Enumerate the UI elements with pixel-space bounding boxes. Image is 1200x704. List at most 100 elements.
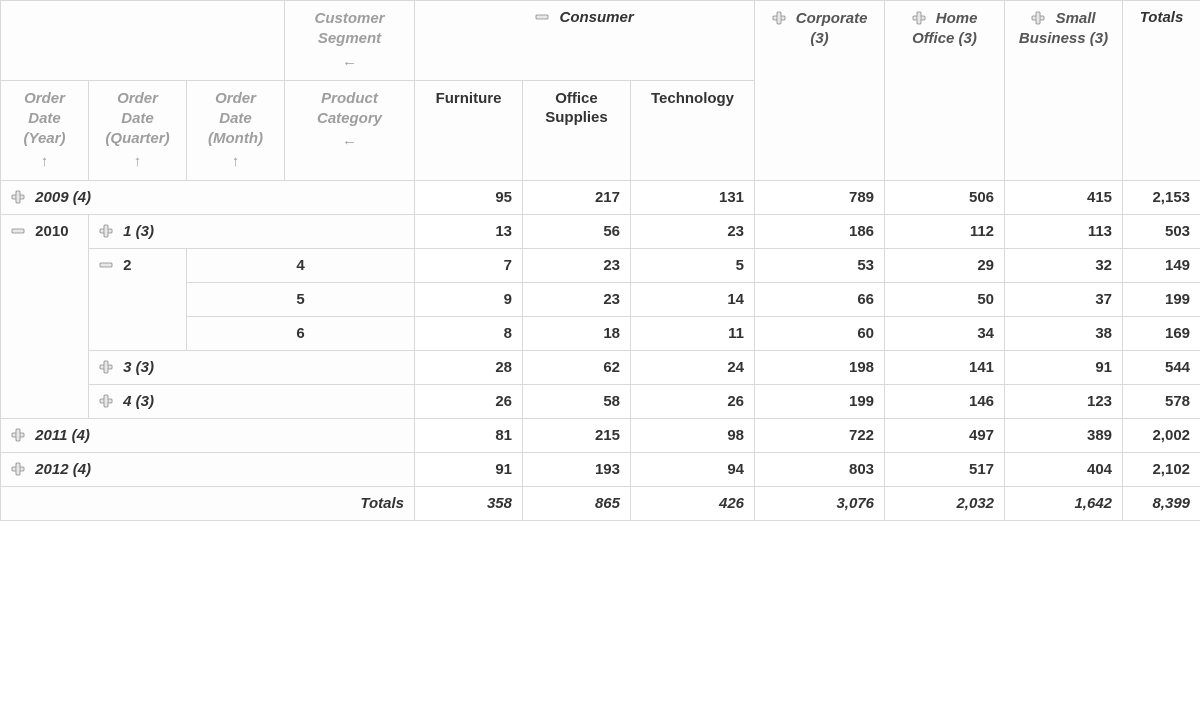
segment-home-office-header[interactable]: Home Office (3) [885,1,1005,181]
cell: 7 [415,248,523,282]
cell: 34 [885,316,1005,350]
cell: 8,399 [1123,486,1200,520]
cell: 50 [885,282,1005,316]
plus-icon[interactable] [99,360,113,374]
cell: 62 [523,350,631,384]
cell: 5 [631,248,755,282]
category-furniture-header[interactable]: Furniture [415,80,523,180]
cell: 217 [523,180,631,214]
cell: 8 [415,316,523,350]
cell: 123 [1005,384,1123,418]
cell: 60 [755,316,885,350]
minus-icon[interactable] [535,10,549,24]
plus-icon[interactable] [99,394,113,408]
cell: 112 [885,214,1005,248]
cell: 199 [755,384,885,418]
order-month-header[interactable]: Order Date (Month) ↑ [187,80,285,180]
plus-icon[interactable] [11,462,25,476]
row-2010-q4: 4 (3) 26 58 26 199 146 123 578 [1,384,1200,418]
plus-icon[interactable] [11,190,25,204]
cell: 38 [1005,316,1123,350]
left-arrow-icon: ← [295,131,404,151]
cell: 95 [415,180,523,214]
cell: 1,642 [1005,486,1123,520]
order-quarter-header[interactable]: Order Date (Quarter) ↑ [89,80,187,180]
cell: 24 [631,350,755,384]
cell: 23 [631,214,755,248]
plus-icon[interactable] [912,11,926,25]
year-2009-cell[interactable]: 2009 (4) [1,180,415,214]
order-year-header[interactable]: Order Date (Year) ↑ [1,80,89,180]
cell: 66 [755,282,885,316]
cell: 23 [523,282,631,316]
cell: 865 [523,486,631,520]
segment-consumer-header[interactable]: Consumer [415,1,755,81]
row-2010-q3: 3 (3) 28 62 24 198 141 91 544 [1,350,1200,384]
totals-row-label: Totals [1,486,415,520]
up-arrow-icon: ↑ [99,152,176,172]
segment-small-business-header[interactable]: Small Business (3) [1005,1,1123,181]
cell: 28 [415,350,523,384]
month-5-cell[interactable]: 5 [187,282,415,316]
plus-icon[interactable] [11,428,25,442]
cell: 58 [523,384,631,418]
quarter-2-cell[interactable]: 2 [89,248,187,350]
cell: 26 [415,384,523,418]
year-2010-cell[interactable]: 2010 [1,214,89,418]
cell: 193 [523,452,631,486]
up-arrow-icon: ↑ [197,152,274,172]
cell: 3,076 [755,486,885,520]
cell: 13 [415,214,523,248]
minus-icon[interactable] [99,258,113,272]
cell: 29 [885,248,1005,282]
minus-icon[interactable] [11,224,25,238]
quarter-3-cell[interactable]: 3 (3) [89,350,415,384]
cell: 18 [523,316,631,350]
cell: 81 [415,418,523,452]
quarter-1-cell[interactable]: 1 (3) [89,214,415,248]
up-arrow-icon: ↑ [11,152,78,172]
cell: 426 [631,486,755,520]
cell: 169 [1123,316,1200,350]
cell: 506 [885,180,1005,214]
cell: 389 [1005,418,1123,452]
segment-corporate-header[interactable]: Corporate (3) [755,1,885,181]
product-category-header[interactable]: Product Category ← [285,80,415,180]
top-left-blank [1,1,285,81]
row-2009: 2009 (4) 95 217 131 789 506 415 2,153 [1,180,1200,214]
cell: 544 [1123,350,1200,384]
row-2011: 2011 (4) 81 215 98 722 497 389 2,002 [1,418,1200,452]
cell: 32 [1005,248,1123,282]
segment-corporate-label: Corporate (3) [796,10,868,47]
cell: 803 [755,452,885,486]
cell: 14 [631,282,755,316]
row-2012: 2012 (4) 91 193 94 803 517 404 2,102 [1,452,1200,486]
cell: 37 [1005,282,1123,316]
customer-segment-label: Customer Segment [314,10,384,47]
category-office-supplies-header[interactable]: Office Supplies [523,80,631,180]
month-4-cell[interactable]: 4 [187,248,415,282]
year-2012-cell[interactable]: 2012 (4) [1,452,415,486]
cell: 198 [755,350,885,384]
segment-consumer-label: Consumer [560,9,634,26]
cell: 23 [523,248,631,282]
plus-icon[interactable] [1031,11,1045,25]
cell: 53 [755,248,885,282]
category-technology-header[interactable]: Technology [631,80,755,180]
left-arrow-icon: ← [295,52,404,72]
cell: 146 [885,384,1005,418]
plus-icon[interactable] [99,224,113,238]
cell: 9 [415,282,523,316]
cell: 2,102 [1123,452,1200,486]
cell: 415 [1005,180,1123,214]
cell: 11 [631,316,755,350]
pivot-table: Customer Segment ← Consumer Corporate (3… [0,0,1200,521]
customer-segment-header[interactable]: Customer Segment ← [285,1,415,81]
plus-icon[interactable] [772,11,786,25]
totals-column-header: Totals [1123,1,1200,181]
year-2011-cell[interactable]: 2011 (4) [1,418,415,452]
month-6-cell[interactable]: 6 [187,316,415,350]
cell: 215 [523,418,631,452]
quarter-4-cell[interactable]: 4 (3) [89,384,415,418]
cell: 186 [755,214,885,248]
